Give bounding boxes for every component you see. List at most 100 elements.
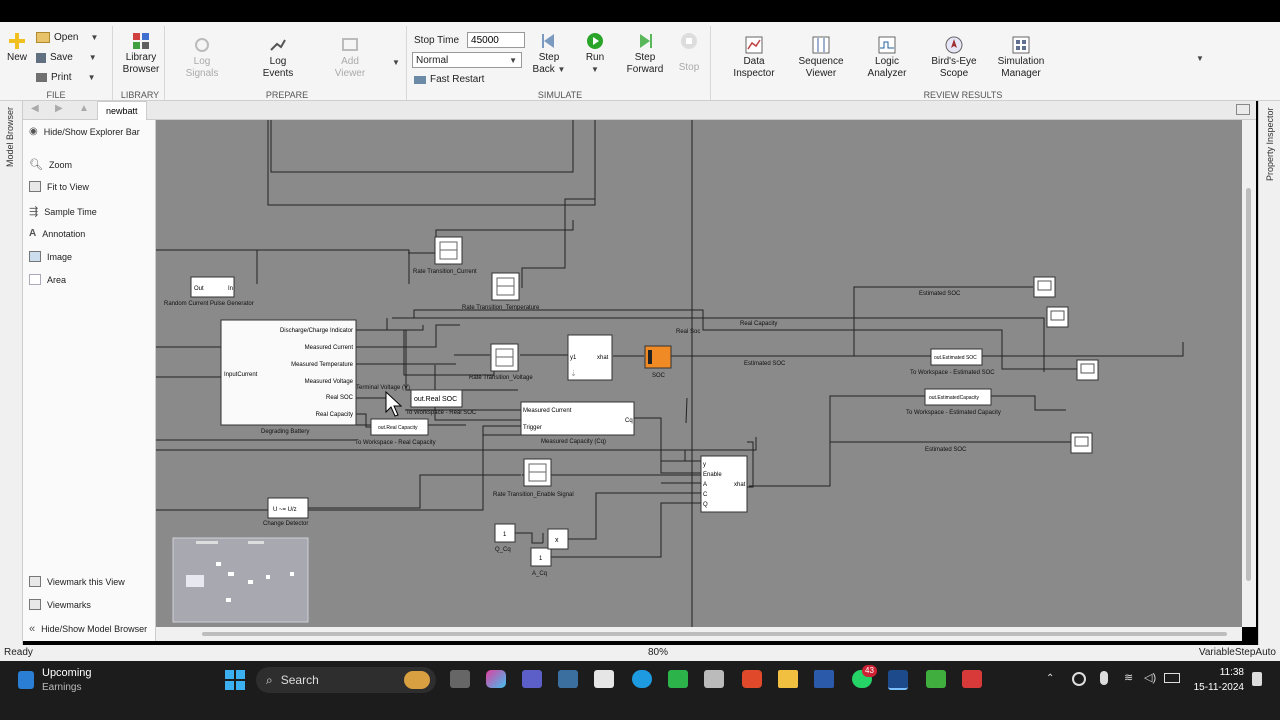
- birds-eye-scope-button[interactable]: Bird's-Eye Scope: [926, 36, 982, 80]
- measured-capacity-output: Cq: [625, 418, 633, 424]
- constant-a-cq[interactable]: 1 A_Cq: [530, 547, 552, 577]
- add-viewer-label-2: Viewer: [334, 68, 366, 79]
- model-canvas[interactable]: Estimated SOC Real Capacity Real Soc Est…: [156, 120, 1242, 627]
- viewmarks-button[interactable]: Viewmarks: [29, 599, 91, 610]
- log-events-button[interactable]: Log Events: [256, 36, 300, 80]
- file-explorer-icon[interactable]: [778, 670, 798, 688]
- weather-widget-title[interactable]: Upcoming: [42, 667, 92, 679]
- soc-block[interactable]: SOC: [644, 345, 672, 379]
- logic-analyzer-button[interactable]: Logic Analyzer: [864, 36, 910, 80]
- tab-menu-icon[interactable]: [1236, 104, 1250, 115]
- stop-time-input[interactable]: [467, 32, 526, 48]
- vertical-scroll-thumb[interactable]: [1246, 188, 1251, 581]
- fit-to-view-button[interactable]: Fit to View: [29, 181, 89, 192]
- snipping-tool-icon[interactable]: [704, 670, 724, 688]
- area-button[interactable]: Area: [29, 274, 66, 285]
- camtasia-green-icon[interactable]: [926, 670, 946, 688]
- chevron-up-icon[interactable]: ⌃: [1046, 673, 1054, 684]
- to-workspace-real-capacity[interactable]: out.Real Capacity To Workspace - Real Ca…: [355, 418, 436, 446]
- degrading-battery-block[interactable]: InputCurrent Discharge/Charge Indicator …: [220, 319, 357, 435]
- stop-button[interactable]: Stop: [674, 32, 704, 74]
- rate-transition-voltage[interactable]: Rate Transition_Voltage: [469, 343, 533, 381]
- clock-time[interactable]: 11:38: [1192, 667, 1244, 678]
- tab-newbatt[interactable]: newbatt: [97, 101, 147, 120]
- annotation-button[interactable]: A Annotation: [29, 228, 85, 239]
- scope-estimated-soc[interactable]: [1033, 276, 1056, 298]
- model-browser-strip[interactable]: Model Browser: [0, 101, 23, 647]
- property-inspector-strip[interactable]: Property Inspector: [1258, 101, 1280, 647]
- hide-show-explorer-button[interactable]: ◉ Hide/Show Explorer Bar: [29, 126, 140, 137]
- horizontal-scrollbar[interactable]: [156, 627, 1242, 641]
- notification-icon[interactable]: [1252, 672, 1262, 686]
- volume-icon[interactable]: ◁): [1144, 671, 1156, 684]
- photos-icon[interactable]: [558, 670, 578, 688]
- step-forward-button[interactable]: Step Forward: [624, 32, 666, 76]
- data-inspector-button[interactable]: Data Inspector: [728, 36, 780, 80]
- capacity-kalman-filter-block[interactable]: y Enable A C Q xhat: [700, 455, 748, 513]
- image-button[interactable]: Image: [29, 251, 72, 262]
- scope-real-soc[interactable]: [1076, 359, 1099, 381]
- open-button[interactable]: Open ▼: [36, 32, 98, 43]
- sync-icon[interactable]: [1072, 672, 1086, 686]
- new-button[interactable]: New: [4, 32, 30, 64]
- store-icon[interactable]: [594, 670, 614, 688]
- green-app-icon[interactable]: [668, 670, 688, 688]
- sequence-viewer-button[interactable]: Sequence Viewer: [796, 36, 846, 80]
- word-icon[interactable]: [814, 670, 834, 688]
- print-button[interactable]: Print ▼: [36, 72, 95, 83]
- prepare-gallery-chevron-icon[interactable]: ▼: [392, 58, 400, 67]
- to-workspace-estimated-soc[interactable]: out.Estimated SOC To Workspace - Estimat…: [910, 348, 995, 376]
- status-solver[interactable]: VariableStepAuto: [1199, 647, 1276, 658]
- run-button[interactable]: Run ▼: [580, 32, 610, 76]
- simulation-manager-button[interactable]: Simulation Manager: [994, 36, 1048, 80]
- library-browser-button[interactable]: Library Browser: [120, 32, 162, 76]
- matlab-icon[interactable]: [888, 670, 908, 690]
- battery-icon[interactable]: [1164, 673, 1180, 683]
- zoom-button[interactable]: 🔍︎ Zoom: [29, 158, 72, 171]
- rate-transition-enable[interactable]: Rate Transition_Enable Signal: [493, 458, 574, 498]
- edge-icon[interactable]: [632, 670, 652, 688]
- to-workspace-estimated-capacity[interactable]: out.EstimatedCapacity To Workspace - Est…: [906, 388, 1001, 416]
- up-arrow-icon[interactable]: ▲: [79, 103, 89, 114]
- pulse-generator-block[interactable]: Out In Random Current Pulse Generator: [164, 276, 254, 307]
- scope-estimated-capacity[interactable]: [1070, 432, 1093, 454]
- to-workspace-real-soc[interactable]: out.Real SOC To Workspace - Real SOC: [406, 389, 477, 416]
- weather-widget-icon[interactable]: [18, 671, 34, 689]
- add-viewer-button[interactable]: Add Viewer: [328, 36, 372, 80]
- forward-arrow-icon[interactable]: ▶: [55, 103, 63, 114]
- back-arrow-icon[interactable]: ◀: [31, 103, 39, 114]
- fast-restart-button[interactable]: Fast Restart: [414, 74, 484, 85]
- vertical-scrollbar[interactable]: [1242, 120, 1256, 627]
- sample-time-button[interactable]: ⇶ Sample Time: [29, 205, 97, 218]
- horizontal-scroll-thumb[interactable]: [202, 632, 1227, 636]
- property-inspector-tab[interactable]: Property Inspector: [1265, 107, 1275, 181]
- scope-real-capacity[interactable]: [1046, 306, 1069, 328]
- task-view-icon[interactable]: [450, 670, 470, 688]
- simulation-mode-select[interactable]: Normal ▼: [412, 52, 522, 68]
- block-diagram[interactable]: Estimated SOC Real Capacity Real Soc Est…: [156, 120, 1242, 627]
- camtasia-red-icon[interactable]: [962, 670, 982, 688]
- brave-icon[interactable]: [742, 670, 762, 688]
- model-browser-tab[interactable]: Model Browser: [5, 107, 15, 167]
- canvas-overview-minimap[interactable]: [172, 537, 309, 623]
- review-gallery-chevron-icon[interactable]: ▼: [1196, 54, 1204, 63]
- copilot-icon[interactable]: [486, 670, 506, 688]
- constant-q-cq[interactable]: 1 Q_Cq: [494, 523, 516, 553]
- change-detector-block[interactable]: U ~= U/z Change Detector: [263, 497, 309, 527]
- wifi-icon[interactable]: ≋: [1124, 671, 1133, 684]
- multiply-block[interactable]: x: [547, 528, 569, 550]
- start-button[interactable]: [224, 669, 246, 691]
- taskbar-search-box[interactable]: ⌕ Search: [256, 667, 436, 693]
- log-signals-button[interactable]: Log Signals: [180, 36, 224, 80]
- rate-transition-current[interactable]: Rate Transition_Current: [413, 236, 477, 275]
- save-button[interactable]: Save ▼: [36, 52, 97, 63]
- viewmark-this-view-button[interactable]: Viewmark this View: [29, 576, 125, 587]
- teams-icon[interactable]: [522, 670, 542, 688]
- rate-transition-temperature[interactable]: Rate Transition_Temperature: [462, 272, 540, 311]
- hide-show-model-browser-button[interactable]: « Hide/Show Model Browser: [29, 623, 147, 635]
- clock-date[interactable]: 15-11-2024: [1188, 682, 1244, 693]
- estimator-block[interactable]: y1 xhat ⇣: [567, 334, 613, 381]
- measured-capacity-block[interactable]: Measured Current Trigger Cq Measured Cap…: [520, 401, 635, 445]
- microphone-icon[interactable]: [1100, 671, 1108, 685]
- step-back-button[interactable]: Step Back ▼: [532, 32, 566, 76]
